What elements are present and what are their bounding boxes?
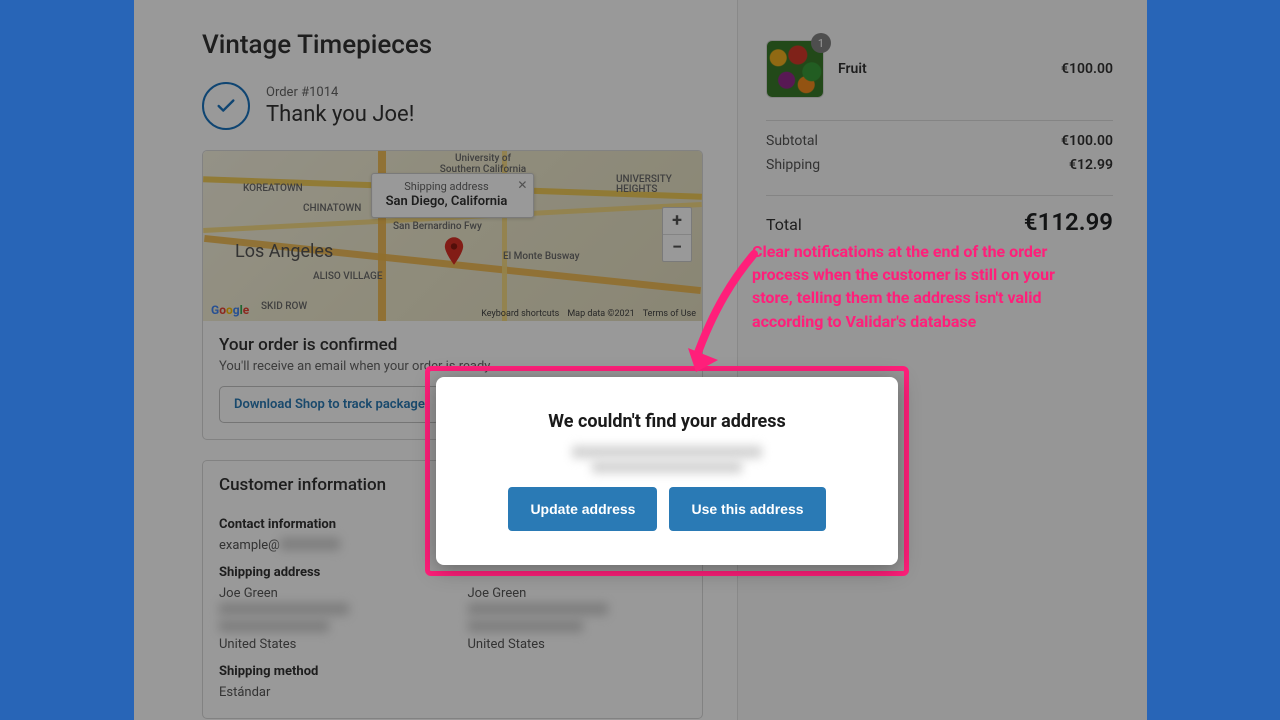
shipping-label: Shipping xyxy=(766,157,820,173)
map-district-aliso: ALISO VILLAGE xyxy=(313,271,383,282)
map-city-label: Los Angeles xyxy=(235,241,333,262)
shipping-method-value: Estándar xyxy=(219,685,438,700)
shipping-name: Joe Green xyxy=(219,586,438,601)
cart-line-item: 1 Fruit €100.00 xyxy=(766,40,1113,98)
shipping-value: €12.99 xyxy=(1069,157,1113,173)
map[interactable]: Los Angeles CHINATOWN KOREATOWN ALISO VI… xyxy=(203,151,702,321)
order-confirmation-header: Order #1014 Thank you Joe! xyxy=(202,82,703,130)
map-tooltip: ✕ Shipping address San Diego, California xyxy=(371,173,535,218)
redacted-line: x xyxy=(219,603,349,615)
total-value: €112.99 xyxy=(1024,208,1113,236)
billing-country: United States xyxy=(468,637,687,652)
use-this-address-button[interactable]: Use this address xyxy=(669,487,825,531)
modal-redacted-address: x x xyxy=(572,446,762,473)
redacted-line: x xyxy=(468,603,608,615)
download-shop-button[interactable]: Download Shop to track package xyxy=(219,386,440,423)
zoom-in-button[interactable]: + xyxy=(663,208,691,235)
map-usc-label: University of Southern California xyxy=(438,153,528,175)
address-warning-modal: We couldn't find your address x x Update… xyxy=(436,377,898,565)
subtotal-label: Subtotal xyxy=(766,133,818,149)
modal-title: We couldn't find your address xyxy=(548,411,785,432)
shipping-row: Shipping €12.99 xyxy=(766,157,1113,173)
product-name: Fruit xyxy=(838,61,1047,77)
redacted-line: x xyxy=(219,620,329,632)
map-univhts-label: UNIVERSITY HEIGHTS xyxy=(616,175,696,195)
redacted-line: x xyxy=(468,620,583,632)
shipping-address-heading: Shipping address xyxy=(219,565,438,580)
shop-name: Vintage Timepieces xyxy=(202,30,703,60)
map-sanb-label: San Bernardino Fwy xyxy=(393,221,482,232)
order-number: Order #1014 xyxy=(266,85,414,100)
update-address-button[interactable]: Update address xyxy=(508,487,657,531)
product-thumbnail: 1 xyxy=(766,40,824,98)
product-price: €100.00 xyxy=(1061,61,1113,77)
annotation-highlight-box: We couldn't find your address x x Update… xyxy=(425,366,909,576)
map-busway-label: El Monte Busway xyxy=(503,251,580,262)
thank-you-heading: Thank you Joe! xyxy=(266,102,414,127)
map-district-chinatown: CHINATOWN xyxy=(303,203,361,214)
map-data-label: Map data ©2021 xyxy=(567,309,634,319)
checkout-window: Vintage Timepieces Order #1014 Thank you… xyxy=(134,0,1147,720)
shipping-country: United States xyxy=(219,637,438,652)
map-district-koreatown: KOREATOWN xyxy=(243,183,303,194)
contact-info-heading: Contact information xyxy=(219,517,438,532)
map-shortcuts-link[interactable]: Keyboard shortcuts xyxy=(481,309,559,319)
total-row: Total €112.99 xyxy=(766,208,1113,236)
shipping-method-heading: Shipping method xyxy=(219,664,438,679)
map-terms-link[interactable]: Terms of Use xyxy=(643,309,696,319)
subtotal-row: Subtotal €100.00 xyxy=(766,133,1113,149)
total-label: Total xyxy=(766,215,802,234)
map-pin-icon xyxy=(443,237,465,269)
map-district-skid: SKID ROW xyxy=(261,301,307,312)
order-details-column: Vintage Timepieces Order #1014 Thank you… xyxy=(134,0,738,720)
check-circle-icon xyxy=(202,82,250,130)
map-tooltip-location: San Diego, California xyxy=(386,194,508,209)
google-logo: Google xyxy=(211,303,249,317)
subtotal-value: €100.00 xyxy=(1061,133,1113,149)
map-tooltip-label: Shipping address xyxy=(386,180,508,193)
map-credits: Keyboard shortcuts Map data ©2021 Terms … xyxy=(481,309,696,319)
billing-name: Joe Green xyxy=(468,586,687,601)
order-confirmed-heading: Your order is confirmed xyxy=(219,335,686,355)
map-zoom-control[interactable]: + − xyxy=(662,207,692,262)
order-summary-column: 1 Fruit €100.00 Subtotal €100.00 Shippin… xyxy=(738,0,1147,720)
quantity-badge: 1 xyxy=(811,33,831,53)
close-icon[interactable]: ✕ xyxy=(517,178,527,192)
contact-email: example@xxxxxx xyxy=(219,538,438,553)
zoom-out-button[interactable]: − xyxy=(663,235,691,261)
